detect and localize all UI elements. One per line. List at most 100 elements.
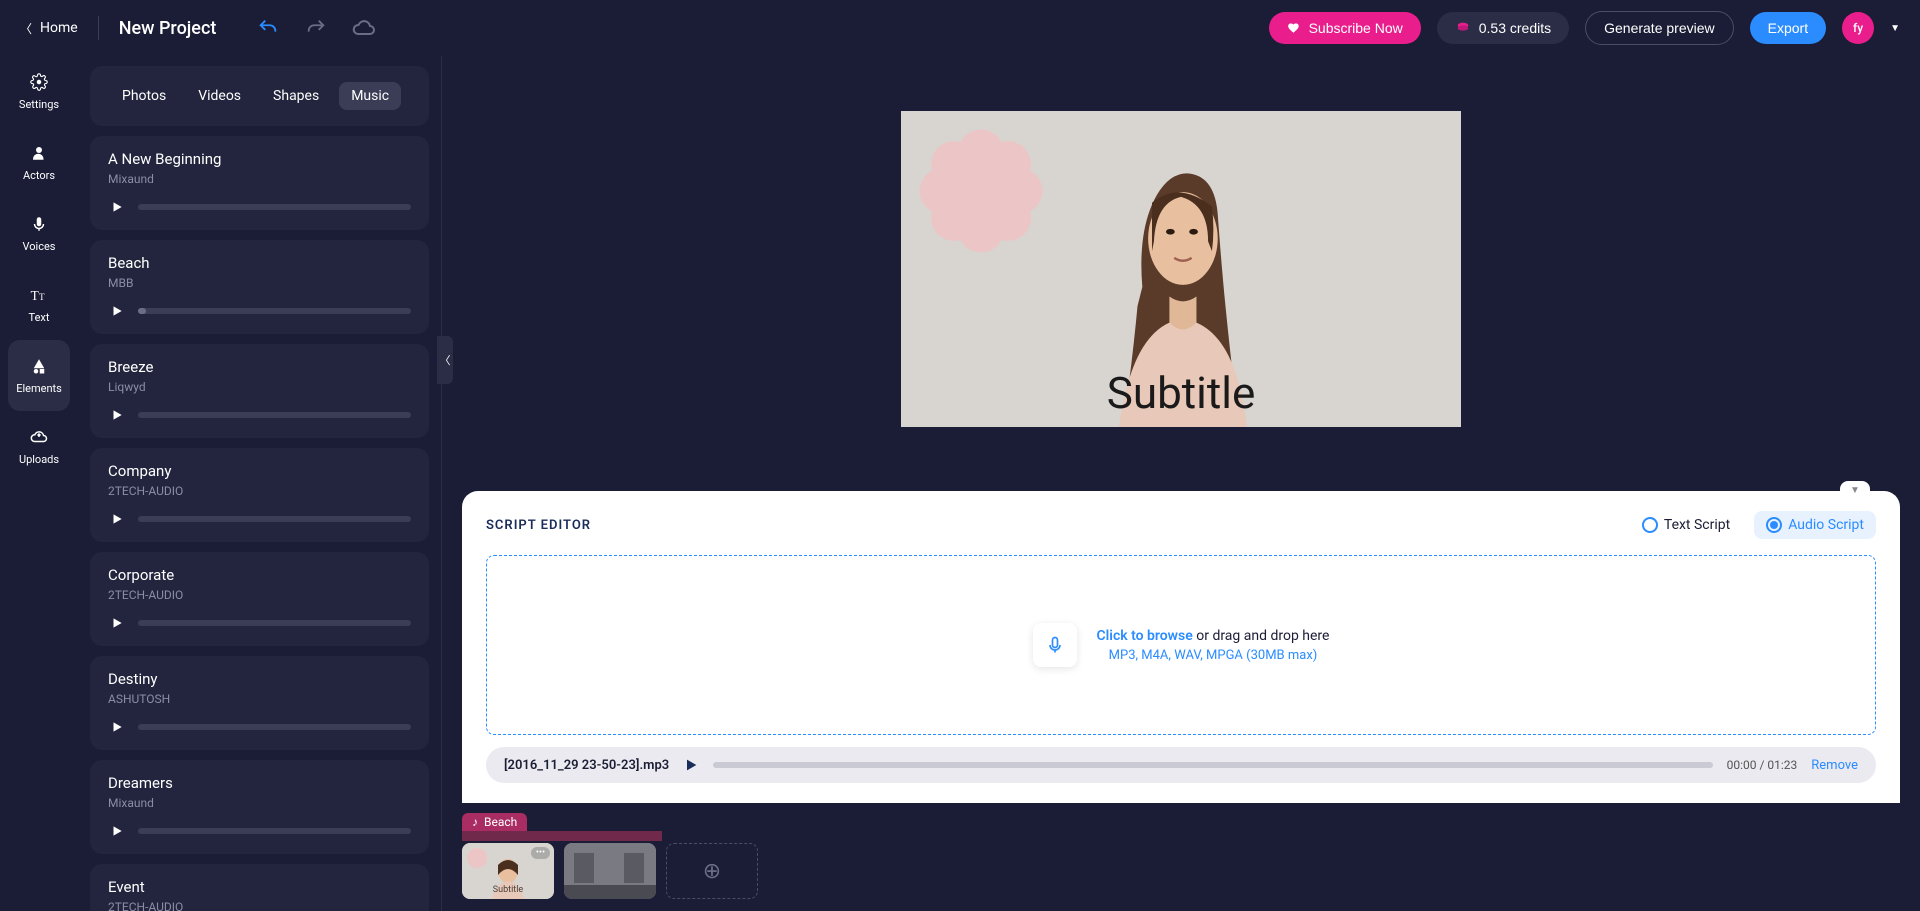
play-icon bbox=[110, 512, 124, 526]
music-play-button[interactable] bbox=[108, 510, 126, 528]
audio-progress-track[interactable] bbox=[713, 762, 1712, 768]
music-progress-track[interactable] bbox=[138, 412, 411, 418]
subscribe-label: Subscribe Now bbox=[1309, 20, 1403, 36]
generate-preview-button[interactable]: Generate preview bbox=[1585, 11, 1734, 45]
subtitle-overlay[interactable]: Subtitle bbox=[1107, 367, 1256, 419]
formats-label: MP3, M4A, WAV, MPGA (30MB max) bbox=[1097, 648, 1330, 663]
tab-videos[interactable]: Videos bbox=[186, 82, 253, 110]
left-nav-rail: Settings Actors Voices TT Text Elements … bbox=[0, 56, 78, 911]
collapse-editor-button[interactable]: ▼ bbox=[1840, 481, 1870, 499]
audio-filename: [2016_11_29 23-50-23].mp3 bbox=[504, 758, 669, 773]
coins-icon bbox=[1455, 20, 1471, 36]
play-icon bbox=[110, 824, 124, 838]
scene-thumb-2[interactable] bbox=[564, 843, 656, 899]
browse-link[interactable]: Click to browse bbox=[1097, 628, 1193, 644]
audio-play-button[interactable] bbox=[683, 757, 699, 773]
music-progress-track[interactable] bbox=[138, 516, 411, 522]
rail-settings-label: Settings bbox=[19, 98, 59, 111]
music-progress-track[interactable] bbox=[138, 724, 411, 730]
browse-rest: or drag and drop here bbox=[1193, 628, 1330, 644]
music-play-button[interactable] bbox=[108, 406, 126, 424]
rail-settings[interactable]: Settings bbox=[0, 56, 78, 127]
rail-elements[interactable]: Elements bbox=[8, 340, 70, 411]
export-button[interactable]: Export bbox=[1750, 12, 1826, 44]
text-script-label: Text Script bbox=[1664, 517, 1730, 533]
audio-script-toggle[interactable]: Audio Script bbox=[1754, 511, 1876, 539]
rail-text[interactable]: TT Text bbox=[0, 269, 78, 340]
music-title: A New Beginning bbox=[108, 150, 411, 168]
music-progress-track[interactable] bbox=[138, 620, 411, 626]
preview-area: Subtitle bbox=[442, 56, 1920, 481]
music-artist: 2TECH-AUDIO bbox=[108, 484, 411, 498]
thumb-subtitle: Subtitle bbox=[462, 885, 554, 895]
rail-actors[interactable]: Actors bbox=[0, 127, 78, 198]
project-title[interactable]: New Project bbox=[119, 18, 217, 39]
music-play-button[interactable] bbox=[108, 822, 126, 840]
timeline: ♪ Beach ••• Subtitle bbox=[442, 803, 1920, 911]
undo-button[interactable] bbox=[256, 16, 280, 40]
thumb-menu-icon[interactable]: ••• bbox=[531, 847, 550, 859]
audio-remove-link[interactable]: Remove bbox=[1811, 758, 1858, 773]
tab-shapes[interactable]: Shapes bbox=[261, 82, 331, 110]
subscribe-button[interactable]: Subscribe Now bbox=[1269, 12, 1421, 44]
rail-text-label: Text bbox=[29, 311, 50, 324]
music-track-card[interactable]: Event2TECH-AUDIO bbox=[90, 864, 429, 911]
radio-icon bbox=[1642, 517, 1658, 533]
music-track-card[interactable]: A New Beginning Mixaund bbox=[90, 136, 429, 230]
music-title: Dreamers bbox=[108, 774, 411, 792]
music-note-icon: ♪ bbox=[472, 815, 478, 829]
add-scene-button[interactable]: ⊕ bbox=[666, 843, 758, 899]
text-script-toggle[interactable]: Text Script bbox=[1630, 511, 1742, 539]
rail-voices[interactable]: Voices bbox=[0, 198, 78, 269]
music-artist: MBB bbox=[108, 276, 411, 290]
play-icon bbox=[110, 616, 124, 630]
cloud-save-icon[interactable] bbox=[352, 16, 376, 40]
music-progress-track[interactable] bbox=[138, 308, 411, 314]
flower-shape-overlay bbox=[917, 127, 1045, 255]
divider bbox=[98, 16, 99, 40]
gear-icon bbox=[29, 72, 49, 92]
music-artist: 2TECH-AUDIO bbox=[108, 588, 411, 602]
music-track-card[interactable]: Company2TECH-AUDIO bbox=[90, 448, 429, 542]
preview-label: Generate preview bbox=[1604, 20, 1715, 36]
music-list[interactable]: A New Beginning Mixaund BeachMBB Breeze Liqw… bbox=[78, 136, 441, 911]
user-menu-chevron[interactable]: ▼ bbox=[1890, 23, 1900, 34]
music-play-button[interactable] bbox=[108, 614, 126, 632]
music-track-label[interactable]: ♪ Beach bbox=[462, 813, 527, 831]
music-track-card[interactable]: Dreamers Mixaund bbox=[90, 760, 429, 854]
upload-icon bbox=[29, 427, 49, 447]
tab-music[interactable]: Music bbox=[339, 82, 401, 110]
music-play-button[interactable] bbox=[108, 302, 126, 320]
music-track-card[interactable]: Breeze Liqwyd bbox=[90, 344, 429, 438]
editor-title: SCRIPT EDITOR bbox=[486, 518, 591, 533]
music-track-card[interactable]: DestinyASHUTOSH bbox=[90, 656, 429, 750]
music-play-button[interactable] bbox=[108, 198, 126, 216]
collapse-panel-button[interactable]: 〈 bbox=[437, 336, 453, 384]
music-track-card[interactable]: BeachMBB bbox=[90, 240, 429, 334]
music-artist: Mixaund bbox=[108, 796, 411, 810]
music-track-card[interactable]: Corporate2TECH-AUDIO bbox=[90, 552, 429, 646]
scene-thumb-1[interactable]: ••• Subtitle bbox=[462, 843, 554, 899]
music-progress-track[interactable] bbox=[138, 204, 411, 210]
video-preview[interactable]: Subtitle bbox=[901, 111, 1461, 427]
rail-uploads[interactable]: Uploads bbox=[0, 411, 78, 482]
text-icon: TT bbox=[29, 285, 49, 305]
audio-script-label: Audio Script bbox=[1788, 517, 1864, 533]
music-artist: Mixaund bbox=[108, 172, 411, 186]
music-track-bar[interactable] bbox=[462, 831, 662, 841]
audio-dropzone[interactable]: Click to browse or drag and drop here MP… bbox=[486, 555, 1876, 735]
back-to-home[interactable]: 〈 Home bbox=[20, 20, 78, 37]
mic-icon-box bbox=[1033, 623, 1077, 667]
tab-photos[interactable]: Photos bbox=[110, 82, 178, 110]
credits-badge[interactable]: 0.53 credits bbox=[1437, 12, 1569, 44]
music-artist: ASHUTOSH bbox=[108, 692, 411, 706]
music-play-button[interactable] bbox=[108, 718, 126, 736]
user-avatar[interactable]: fy bbox=[1842, 12, 1874, 44]
music-artist: Liqwyd bbox=[108, 380, 411, 394]
music-title: Breeze bbox=[108, 358, 411, 376]
side-panel: Photos Videos Shapes Music A New Beginni… bbox=[78, 56, 442, 911]
music-progress-track[interactable] bbox=[138, 828, 411, 834]
redo-button[interactable] bbox=[304, 16, 328, 40]
music-title: Event bbox=[108, 878, 411, 896]
chevron-left-icon: 〈 bbox=[20, 20, 32, 37]
